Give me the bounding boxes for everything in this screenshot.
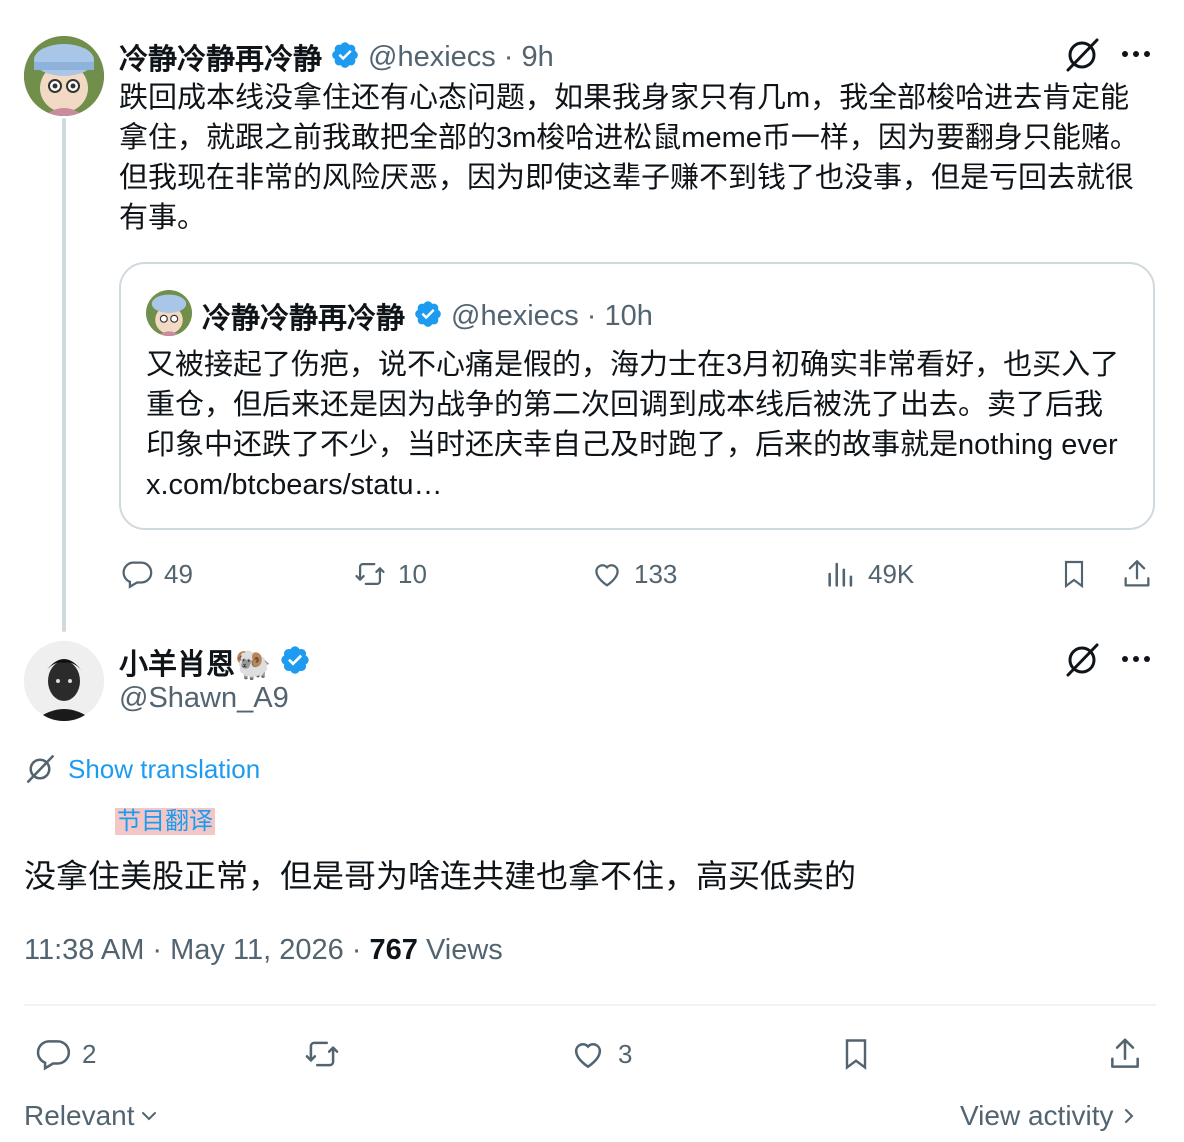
quote-avatar <box>146 290 192 336</box>
share-button[interactable] <box>1120 557 1154 596</box>
view-activity-label: View activity <box>960 1100 1114 1131</box>
quote-author-name: 冷静冷静再冷静 <box>202 303 406 335</box>
sort-dropdown[interactable]: Relevant <box>24 1100 159 1132</box>
reply-button[interactable]: 2 <box>34 1035 96 1073</box>
tweet-meta: 11:38 AM · May 11, 2026 · 767 Views <box>24 934 503 967</box>
repost-button[interactable]: 10 <box>352 557 427 591</box>
main-handle[interactable]: @Shawn_A9 <box>119 682 289 715</box>
tweet-time[interactable]: · 9h <box>504 41 554 74</box>
chevron-down-icon <box>141 1112 156 1121</box>
verified-badge-icon <box>330 40 360 75</box>
bookmark-button[interactable] <box>1058 557 1090 596</box>
parent-header: 冷静冷静再冷静 @hexiecs · 9h <box>119 36 554 78</box>
views-number: 767 <box>369 934 418 966</box>
bookmark-button[interactable] <box>838 1035 874 1078</box>
chevron-right-icon <box>1124 1109 1133 1123</box>
views-label: Views <box>417 934 503 966</box>
view-activity-link[interactable]: View activity <box>960 1100 1136 1132</box>
like-button[interactable]: 3 <box>568 1035 632 1073</box>
main-header: 小羊肖恩🐏 <box>119 641 311 683</box>
bookmark-icon <box>1064 560 1084 589</box>
reply-count: 49 <box>164 558 193 589</box>
like-icon <box>574 1043 602 1069</box>
tweet-timestamp[interactable]: 11:38 AM · May 11, 2026 · <box>24 934 370 966</box>
repost-icon <box>305 1041 339 1067</box>
views-button[interactable]: 49K <box>824 557 914 591</box>
parent-avatar[interactable] <box>24 36 104 116</box>
views-icon <box>828 562 853 587</box>
main-tweet-text: 没拿住美股正常，但是哥为啥连共建也拿不住，高买低卖的 <box>24 858 857 894</box>
reply-button[interactable]: 49 <box>120 557 193 591</box>
views-count: 49K <box>868 558 915 589</box>
like-button[interactable]: 133 <box>590 557 677 591</box>
author-name[interactable]: 冷静冷静再冷静 <box>119 36 322 78</box>
grok-translate-icon[interactable] <box>1063 641 1101 684</box>
repost-button[interactable] <box>300 1035 344 1078</box>
more-icon[interactable] <box>1120 44 1152 69</box>
parent-tweet-text: 跌回成本线没拿住还有心态问题，如果我身家只有几m，我全部梭哈进去肯定能拿住，就跟… <box>119 82 1139 234</box>
verified-badge-icon <box>413 299 443 334</box>
divider <box>24 1004 1156 1006</box>
main-author-name[interactable]: 小羊肖恩🐏 <box>119 641 271 683</box>
author-handle[interactable]: @hexiecs <box>368 41 496 74</box>
translation-note: 节目翻译 <box>115 801 215 836</box>
repost-count: 10 <box>398 558 427 589</box>
verified-badge-icon <box>279 644 311 681</box>
reply-icon <box>122 561 153 589</box>
sort-label: Relevant <box>24 1100 135 1131</box>
reply-icon <box>36 1040 71 1071</box>
main-avatar[interactable] <box>24 641 104 721</box>
bookmark-icon <box>845 1039 867 1070</box>
more-icon[interactable] <box>1120 649 1152 674</box>
grok-translate-icon[interactable] <box>1063 36 1101 79</box>
share-icon <box>1111 1038 1139 1068</box>
quote-time: · 10h <box>586 299 653 332</box>
quote-text: 又被接起了伤疤，说不心痛是假的，海力士在3月初确实非常看好，也买入了重仓，但后来… <box>146 349 1120 501</box>
like-icon <box>595 564 619 587</box>
thread-connector <box>62 118 66 632</box>
translation-note-text: 节目翻译 <box>115 808 215 835</box>
like-count: 3 <box>618 1038 633 1069</box>
share-button[interactable] <box>1106 1035 1144 1078</box>
show-translation-link[interactable]: Show translation <box>24 753 260 785</box>
quote-handle: @hexiecs <box>451 299 579 332</box>
like-count: 133 <box>634 558 678 589</box>
grok-translate-icon <box>26 755 54 783</box>
share-icon <box>1124 560 1150 587</box>
reply-count: 2 <box>82 1038 97 1069</box>
repost-icon <box>355 562 385 586</box>
quote-header: 冷静冷静再冷静 @hexiecs · 10h <box>202 295 653 337</box>
show-translation-label: Show translation <box>68 753 261 784</box>
